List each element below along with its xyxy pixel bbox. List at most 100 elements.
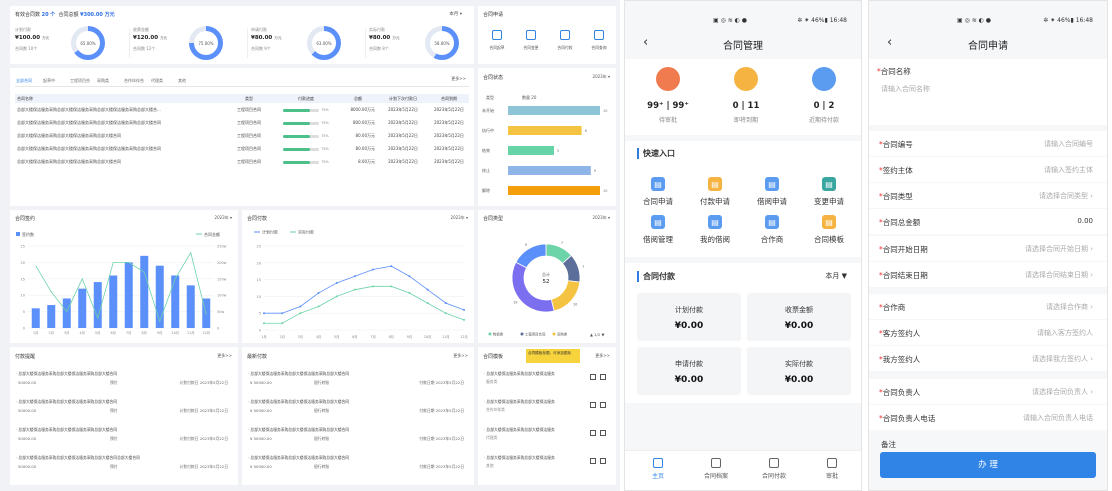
download-icon[interactable] xyxy=(600,458,606,464)
view-icon[interactable] xyxy=(590,374,596,380)
pay-box[interactable]: 实际付款 ¥0.00 xyxy=(747,347,851,395)
tab-6[interactable]: 其他 xyxy=(178,78,186,84)
tab-5[interactable]: 代理类 xyxy=(151,78,163,84)
tab-2[interactable]: 工程项目合 xyxy=(70,78,90,84)
form-row[interactable]: *合同开始日期 请选择合同开始日期 › xyxy=(869,236,1107,261)
list-item[interactable]: · 总部大楼保洁服务采购总部大楼保洁服务采购总部大楼合同 xyxy=(248,399,349,405)
table-row[interactable]: 总部大楼保洁服务采购总部大楼保洁服务采购总部大楼合同 工程项目合同 75% 80.00… xyxy=(15,129,469,142)
view-icon[interactable] xyxy=(590,430,596,436)
pay-box[interactable]: 计划付款 ¥0.00 xyxy=(637,293,741,341)
table-row[interactable]: 总部大楼保洁服务采购总部大楼保洁服务采购总部大楼保洁服务采购总部大楼合... 工程… xyxy=(15,103,469,116)
tab-3[interactable]: 采购类 xyxy=(97,78,109,84)
status-year-select[interactable]: 2023年 ▾ xyxy=(593,74,610,80)
quick-item[interactable]: ▤ 付款申请 xyxy=(690,177,740,207)
download-icon[interactable] xyxy=(600,430,606,436)
field-input[interactable]: 请输入签约主体 xyxy=(1044,165,1093,175)
tab-1[interactable]: 合同档案 xyxy=(701,458,731,480)
form-row[interactable]: *我方签约人 请选择我方签约人 › xyxy=(869,346,1107,371)
tab-3[interactable]: 审批 xyxy=(817,458,847,480)
quick-item[interactable]: ▤ 变更申请 xyxy=(804,177,854,207)
field-input[interactable]: 请输入合同负责人电话 xyxy=(1023,413,1093,423)
download-icon[interactable] xyxy=(600,402,606,408)
view-icon[interactable] xyxy=(590,402,596,408)
form-row[interactable]: *合同编号 请输入合同编号 xyxy=(869,131,1107,156)
field-input[interactable]: 0.00 xyxy=(1077,217,1093,225)
table-row[interactable]: 总部大楼保洁服务采购总部大楼保洁服务采购总部大楼保洁服务采购总部大楼合同 工程项目… xyxy=(15,116,469,129)
apply-item[interactable]: 合同起草 xyxy=(482,30,512,51)
list-item[interactable]: · 总部大楼保洁服务采购总部大楼保洁服务采购总部大楼合同 xyxy=(16,427,117,433)
template-more[interactable]: 更多>> xyxy=(595,353,610,359)
list-item[interactable]: · 总部大楼保洁服务采购总部大楼保洁服务采购总部大楼合同 xyxy=(248,427,349,433)
quick-item[interactable]: ▤ 合作商 xyxy=(747,215,797,245)
types-year-select[interactable]: 2023年 ▾ xyxy=(593,215,610,221)
tab-0[interactable]: 主页 xyxy=(643,458,673,480)
point xyxy=(353,275,356,278)
quick-item[interactable]: ▤ 借阅申请 xyxy=(747,177,797,207)
status-icons: ▣ ◎ ≋ ◐ ● xyxy=(957,17,992,24)
apply-item[interactable]: 合同变更 xyxy=(516,30,546,51)
field-input[interactable]: 请输入合同编号 xyxy=(1044,139,1093,149)
tab-0[interactable]: 全部合同 xyxy=(16,78,32,84)
form-row[interactable]: *合同结束日期 请选择合同结束日期 › xyxy=(869,262,1107,287)
form-row[interactable]: *合同负责人 请选择合同负责人 › xyxy=(869,379,1107,404)
remark-label: 备注 xyxy=(881,440,896,449)
apply-item[interactable]: 合同付款 xyxy=(550,30,580,51)
form-row[interactable]: *合同总金额 0.00 xyxy=(869,209,1107,234)
list-item[interactable]: · 总部大楼保洁服务采购总部大楼保洁服务采购总部大楼合同 xyxy=(248,455,349,461)
list-item[interactable]: · 总部大楼保洁服务采购总部大楼保洁服务采购总部大楼合同 xyxy=(248,371,349,377)
point xyxy=(408,275,411,278)
table-row[interactable]: 总部大楼保洁服务采购总部大楼保洁服务采购总部大楼保洁服务采购总部大楼合同 工程项目… xyxy=(15,142,469,155)
quick-item[interactable]: ▤ 我的借阅 xyxy=(690,215,740,245)
quick-item[interactable]: ▤ 借阅管理 xyxy=(633,215,683,245)
field-input[interactable]: 请选择合同类型 › xyxy=(1039,191,1093,201)
list-item[interactable]: · 总部大楼保洁服务采购总部大楼保洁服务 xyxy=(484,371,555,377)
stat-item[interactable]: 0 | 11 即将到期 xyxy=(717,67,775,124)
table-row[interactable]: 总部大楼保洁服务采购总部大楼保洁服务采购总部大楼合同 工程项目合同 75% 8.00万… xyxy=(15,155,469,168)
field-input[interactable]: 请选择合同结束日期 › xyxy=(1025,270,1093,280)
field-input[interactable]: 请选择合同负责人 › xyxy=(1032,387,1093,397)
form-row[interactable]: *合作商 请选择合作商 › xyxy=(869,294,1107,319)
pay-box[interactable]: 申请付款 ¥0.00 xyxy=(637,347,741,395)
submit-button[interactable]: 办 理 xyxy=(880,452,1096,478)
tab-4[interactable]: 合作伙伴合 xyxy=(124,78,144,84)
more-link[interactable]: 更多>> xyxy=(451,76,466,82)
list-item[interactable]: · 总部大楼保洁服务采购总部大楼保洁服务采购总部大楼合同总部大楼合同 xyxy=(16,455,140,461)
x-tick: 7月 xyxy=(126,331,131,335)
tab-2[interactable]: 合同付款 xyxy=(759,458,789,480)
tab-1[interactable]: 起草中 xyxy=(43,78,55,84)
cell-name: 总部大楼保洁服务采购总部大楼保洁服务采购总部大楼合同 xyxy=(17,132,121,138)
y-tick: 10 xyxy=(21,294,25,298)
quick-label: 合同模板 xyxy=(814,235,844,244)
item-tag: 预付 xyxy=(110,408,118,413)
download-icon[interactable] xyxy=(600,374,606,380)
stat-item[interactable]: 99⁺ | 99⁺ 待审批 xyxy=(639,67,697,124)
list-item[interactable]: · 总部大楼保洁服务采购总部大楼保洁服务采购总部大楼合同 xyxy=(16,371,117,377)
cell-type: 工程项目合同 xyxy=(237,132,261,138)
form-row[interactable]: *客方签约人 请输入客方签约人 xyxy=(869,320,1107,345)
list-item[interactable]: · 总部大楼保洁服务采购总部大楼保洁服务 xyxy=(484,427,555,433)
field-input[interactable]: 请选择我方签约人 › xyxy=(1032,354,1093,364)
name-input[interactable]: 请输入合同名称 xyxy=(881,84,930,94)
pay-box[interactable]: 收票金额 ¥0.00 xyxy=(747,293,851,341)
period-select[interactable]: 本月 ▾ xyxy=(449,11,462,17)
field-input[interactable]: 请选择合同开始日期 › xyxy=(1025,244,1093,254)
form-row[interactable]: *签约主体 请输入签约主体 xyxy=(869,157,1107,182)
reminder-more[interactable]: 更多>> xyxy=(217,353,232,359)
field-input[interactable]: 请输入客方签约人 xyxy=(1037,328,1093,338)
field-input[interactable]: 请选择合作商 › xyxy=(1046,302,1093,312)
quick-item[interactable]: ▤ 合同申请 xyxy=(633,177,683,207)
list-item[interactable]: · 总部大楼保洁服务采购总部大楼保洁服务 xyxy=(484,399,555,405)
view-icon[interactable] xyxy=(590,458,596,464)
payment-year-select[interactable]: 2023年 ▾ xyxy=(451,215,468,221)
list-item[interactable]: · 总部大楼保洁服务采购总部大楼保洁服务采购总部大楼合同 xyxy=(16,399,117,405)
form-row[interactable]: *合同负责人电话 请输入合同负责人电话 xyxy=(869,405,1107,430)
apply-item[interactable]: 合同查询 xyxy=(584,30,614,51)
sign-year-select[interactable]: 2023年 ▾ xyxy=(215,215,232,221)
recent-more[interactable]: 更多>> xyxy=(453,353,468,359)
form-row[interactable]: *合同类型 请选择合同类型 › xyxy=(869,183,1107,208)
tab-label: 主页 xyxy=(651,473,664,480)
quick-item[interactable]: ▤ 合同模板 xyxy=(804,215,854,245)
pay-period-select[interactable]: 本月 ▼ xyxy=(825,271,847,281)
stat-item[interactable]: 0 | 2 近期待付款 xyxy=(795,67,853,124)
list-item[interactable]: · 总部大楼保洁服务采购总部大楼保洁服务 xyxy=(484,455,555,461)
